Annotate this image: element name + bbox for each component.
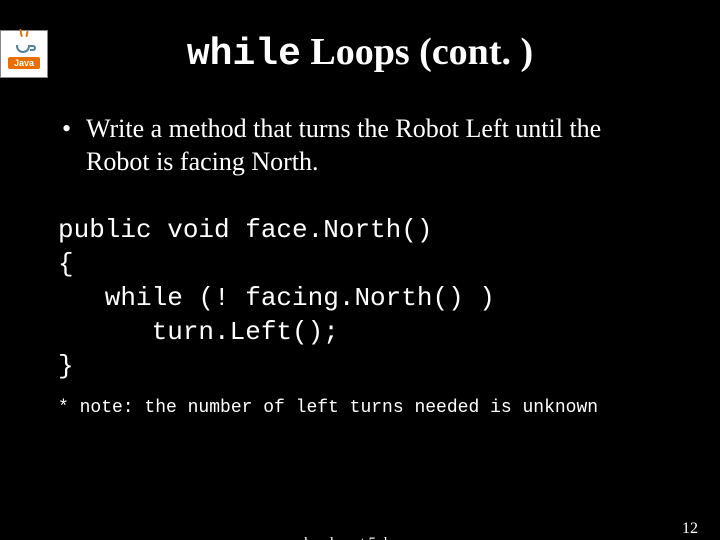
slide-title: while Loops (cont. ) (0, 30, 720, 76)
java-logo: Java (0, 30, 48, 78)
slide-content: • Write a method that turns the Robot Le… (0, 112, 720, 420)
java-logo-label: Java (8, 57, 40, 69)
code-line-2: { (58, 249, 74, 279)
footer-reference: karel_part 5_loops (0, 535, 720, 540)
bullet-text: Write a method that turns the Robot Left… (86, 112, 662, 179)
bullet-marker: • (58, 112, 86, 179)
code-line-4: turn.Left(); (58, 317, 339, 347)
java-cup-icon (14, 39, 34, 53)
bullet-row: • Write a method that turns the Robot Le… (58, 112, 662, 179)
code-line-1: public void face.North() (58, 215, 432, 245)
page-number: 12 (682, 520, 698, 538)
code-line-5: } (58, 351, 74, 381)
note-text: * note: the number of left turns needed … (58, 397, 662, 420)
code-line-3: while (! facing.North() ) (58, 283, 495, 313)
title-rest: Loops (cont. ) (301, 31, 533, 73)
title-code-keyword: while (187, 33, 301, 76)
code-block: public void face.North() { while (! faci… (58, 181, 662, 384)
